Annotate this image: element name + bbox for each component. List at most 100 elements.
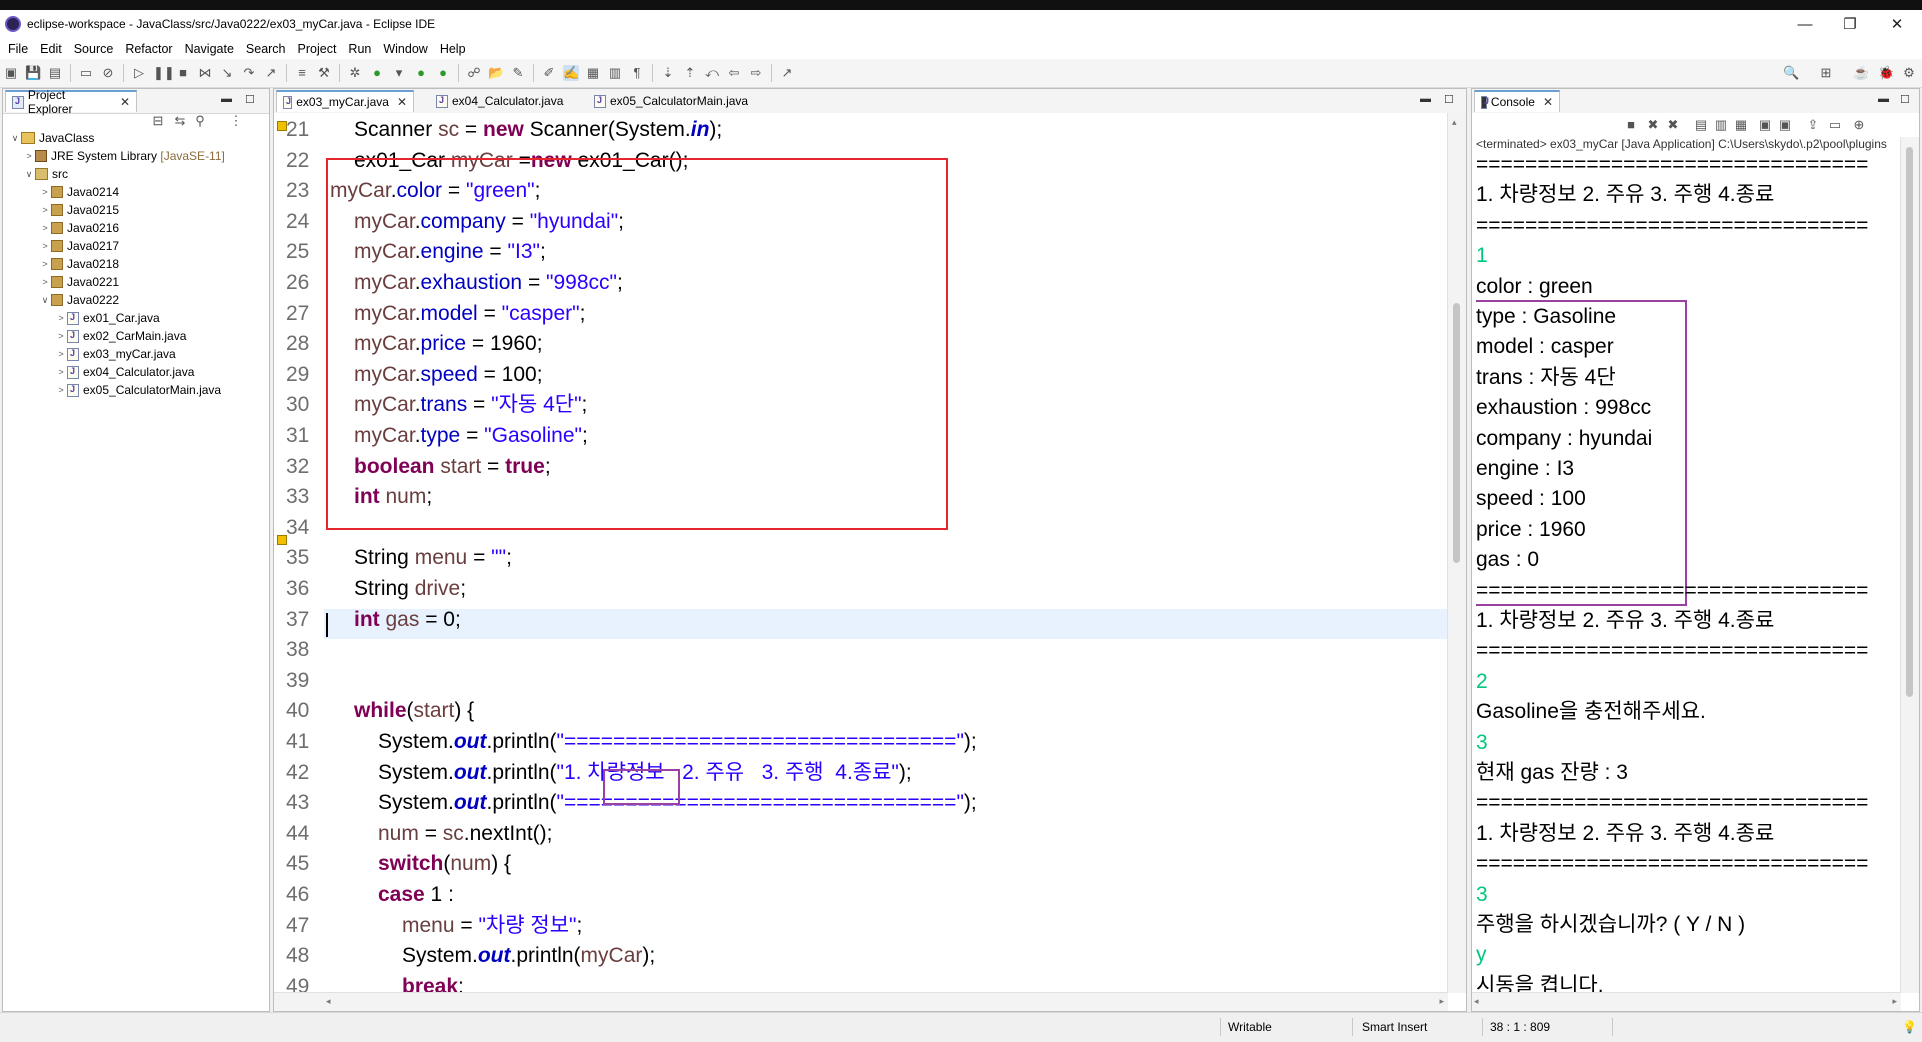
- editor-vertical-scrollbar[interactable]: ▴: [1447, 113, 1466, 993]
- tree-item-package[interactable]: > Java0214: [39, 183, 119, 201]
- tree-item-package[interactable]: > Java0217: [39, 237, 119, 255]
- skip-breakpoints-icon[interactable]: ⊘: [100, 65, 116, 81]
- tree-item-package[interactable]: ∨ Java0222: [39, 291, 119, 309]
- expand-arrow-icon[interactable]: >: [39, 205, 51, 215]
- close-window-button[interactable]: ✕: [1872, 10, 1922, 38]
- run-dropdown-icon[interactable]: ▾: [391, 65, 407, 81]
- expand-arrow-icon[interactable]: >: [39, 187, 51, 197]
- word-wrap-icon[interactable]: ▥: [607, 65, 623, 81]
- warning-marker-icon[interactable]: [277, 535, 287, 545]
- code-line[interactable]: 35 String menu = "";: [274, 543, 1448, 573]
- coverage-run-icon[interactable]: ●: [413, 65, 429, 81]
- minimize-icon[interactable]: ▬: [221, 93, 232, 105]
- git-perspective-icon[interactable]: ⚙: [1901, 65, 1917, 81]
- step-over-icon[interactable]: ↷: [241, 65, 257, 81]
- maximize-icon[interactable]: ☐: [245, 93, 255, 106]
- open-type-icon[interactable]: 📂: [488, 65, 504, 81]
- java-perspective-icon[interactable]: ☕: [1853, 65, 1869, 81]
- link-with-editor-icon[interactable]: ⇆: [172, 113, 188, 129]
- menu-search[interactable]: Search: [246, 42, 286, 56]
- minimize-button[interactable]: —: [1780, 10, 1830, 38]
- menu-refactor[interactable]: Refactor: [125, 42, 172, 56]
- code-line[interactable]: 42 System.out.println("1. 차량정보 2. 주유 3. 주…: [274, 758, 1448, 788]
- toolbar-search-icon[interactable]: 🔍: [1783, 65, 1799, 81]
- tab-ex03-mycar[interactable]: ex03_myCar.java ✕: [276, 90, 414, 112]
- save-all-icon[interactable]: ▤: [47, 65, 63, 81]
- scrollbar-thumb[interactable]: [1906, 147, 1913, 697]
- expand-arrow-icon[interactable]: >: [55, 313, 67, 323]
- menu-project[interactable]: Project: [298, 42, 337, 56]
- scroll-up-icon[interactable]: ▴: [1452, 117, 1457, 128]
- build-icon[interactable]: ⚒: [316, 65, 332, 81]
- tab-console[interactable]: Console ✕: [1474, 90, 1560, 112]
- prev-annotation-icon[interactable]: ⇡: [682, 65, 698, 81]
- pin-editor-icon[interactable]: ↗: [779, 65, 795, 81]
- open-console-icon[interactable]: ⊕: [1851, 117, 1867, 133]
- tree-item-package[interactable]: > Java0216: [39, 219, 119, 237]
- expand-arrow-icon[interactable]: >: [55, 367, 67, 377]
- display-console-icon[interactable]: ▭: [1827, 117, 1843, 133]
- code-line[interactable]: 40 while(start) {: [274, 696, 1448, 726]
- resume-icon[interactable]: ▷: [131, 65, 147, 81]
- scroll-left-icon[interactable]: ◂: [326, 996, 331, 1007]
- expand-arrow-icon[interactable]: >: [39, 223, 51, 233]
- menu-help[interactable]: Help: [440, 42, 466, 56]
- code-line[interactable]: 36 String drive;: [274, 574, 1448, 604]
- console-vertical-scrollbar[interactable]: [1900, 137, 1919, 993]
- tip-icon[interactable]: 💡: [1902, 1020, 1917, 1034]
- tree-item-package[interactable]: > Java0215: [39, 201, 119, 219]
- code-line[interactable]: 38: [274, 635, 1448, 665]
- tree-item-file[interactable]: > ex04_Calculator.java: [55, 363, 194, 381]
- filter-icon[interactable]: ⚲: [192, 113, 208, 129]
- debug-icon[interactable]: ✲: [347, 65, 363, 81]
- scroll-lock-icon[interactable]: ▥: [1713, 117, 1729, 133]
- console-output[interactable]: ================================ 1. 차량정보 …: [1476, 152, 1901, 993]
- run-icon[interactable]: ●: [369, 65, 385, 81]
- collapse-all-icon[interactable]: ⊟: [150, 113, 166, 129]
- expand-arrow-icon[interactable]: >: [39, 259, 51, 269]
- expand-arrow-icon[interactable]: >: [39, 277, 51, 287]
- remove-launch-icon[interactable]: ✖: [1645, 117, 1661, 133]
- tree-item-package[interactable]: > Java0218: [39, 255, 119, 273]
- menu-file[interactable]: File: [8, 42, 28, 56]
- expand-arrow-icon[interactable]: >: [23, 151, 35, 161]
- back-icon[interactable]: ⇦: [726, 65, 742, 81]
- code-line[interactable]: 43 System.out.println("==================…: [274, 788, 1448, 818]
- code-line[interactable]: 48 System.out.println(myCar);: [274, 941, 1448, 971]
- code-line[interactable]: 41 System.out.println("==================…: [274, 727, 1448, 757]
- word-wrap-icon[interactable]: ▦: [1733, 117, 1749, 133]
- scroll-left-icon[interactable]: ◂: [1474, 996, 1479, 1007]
- menu-edit[interactable]: Edit: [40, 42, 62, 56]
- terminate-icon[interactable]: ■: [175, 65, 191, 81]
- scroll-right-icon[interactable]: ▸: [1892, 996, 1897, 1007]
- terminal-icon[interactable]: ▭: [78, 65, 94, 81]
- step-into-icon[interactable]: ↘: [219, 65, 235, 81]
- new-icon[interactable]: ▣: [3, 65, 19, 81]
- tree-item-jre[interactable]: > JRE System Library [JavaSE-11]: [23, 147, 225, 165]
- terminate-icon[interactable]: ■: [1623, 117, 1639, 133]
- expand-arrow-icon[interactable]: ∨: [9, 133, 21, 144]
- tree-item-file[interactable]: > ex02_CarMain.java: [55, 327, 186, 345]
- tree-item-package[interactable]: > Java0221: [39, 273, 119, 291]
- code-line[interactable]: 37 int gas = 0;: [274, 605, 1448, 635]
- code-line[interactable]: 39: [274, 666, 1448, 696]
- restore-button[interactable]: ❐: [1825, 10, 1875, 38]
- expand-arrow-icon[interactable]: >: [55, 385, 67, 395]
- show-on-output-icon[interactable]: ▣: [1757, 117, 1773, 133]
- last-edit-icon[interactable]: ⤺: [704, 65, 720, 81]
- menu-navigate[interactable]: Navigate: [185, 42, 234, 56]
- tree-item-project[interactable]: ∨ JavaClass: [9, 129, 95, 147]
- expand-arrow-icon[interactable]: >: [55, 349, 67, 359]
- remove-all-icon[interactable]: ✖: [1665, 117, 1681, 133]
- tree-item-src[interactable]: ∨ src: [23, 165, 68, 183]
- external-tools-icon[interactable]: ●: [435, 65, 451, 81]
- tab-ex05-calculatormain[interactable]: ex05_CalculatorMain.java: [588, 90, 768, 112]
- view-menu-icon[interactable]: ⋮: [228, 113, 244, 129]
- show-on-error-icon[interactable]: ▣: [1777, 117, 1793, 133]
- tab-ex04-calculator[interactable]: ex04_Calculator.java: [430, 90, 580, 112]
- code-line[interactable]: 45 switch(num) {: [274, 849, 1448, 879]
- minimize-icon[interactable]: ▬: [1878, 93, 1889, 105]
- open-perspective-icon[interactable]: ⊞: [1818, 65, 1834, 81]
- suspend-icon[interactable]: ❚❚: [153, 65, 175, 81]
- step-return-icon[interactable]: ↗: [263, 65, 279, 81]
